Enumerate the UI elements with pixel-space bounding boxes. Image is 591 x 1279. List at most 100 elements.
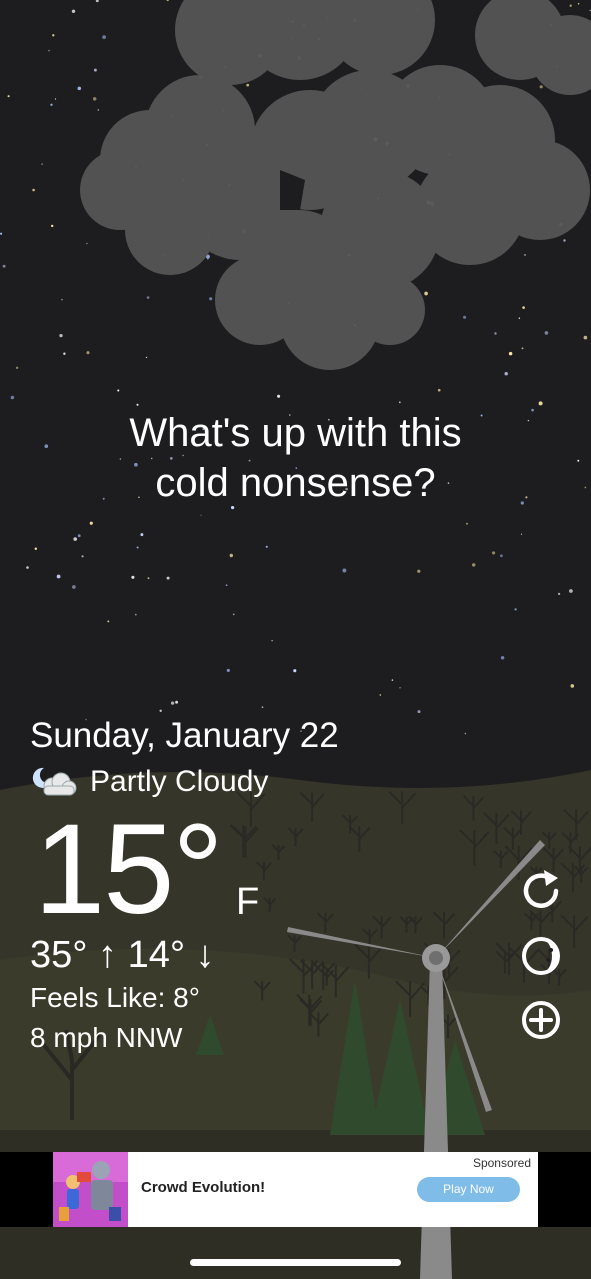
- star: [209, 297, 213, 301]
- home-indicator[interactable]: [190, 1259, 401, 1266]
- feels-like: Feels Like: 8°: [30, 982, 200, 1013]
- star: [229, 553, 233, 558]
- star: [277, 394, 281, 398]
- star: [15, 366, 19, 370]
- star: [140, 533, 144, 537]
- star: [391, 679, 394, 681]
- star: [86, 242, 88, 245]
- star: [7, 95, 10, 98]
- star: [504, 371, 508, 376]
- star: [271, 639, 273, 642]
- star: [0, 232, 3, 235]
- star: [246, 83, 250, 87]
- star: [539, 85, 543, 89]
- star: [342, 568, 347, 573]
- star: [466, 522, 468, 525]
- star: [61, 298, 63, 301]
- star: [379, 694, 382, 696]
- star: [77, 534, 81, 538]
- star: [73, 537, 77, 541]
- star: [417, 710, 421, 714]
- star: [471, 563, 476, 567]
- add-location-icon[interactable]: [518, 997, 564, 1043]
- ad-sponsored-label: Sponsored: [472, 1156, 531, 1170]
- star: [41, 163, 43, 165]
- temperature-unit: F: [236, 881, 260, 923]
- star: [500, 554, 503, 558]
- star: [563, 239, 566, 242]
- star: [131, 575, 135, 579]
- star: [225, 584, 228, 587]
- current-temperature: 15°: [34, 798, 224, 941]
- star: [50, 224, 54, 228]
- star: [34, 547, 38, 551]
- star: [93, 68, 97, 72]
- star: [514, 608, 517, 611]
- star: [77, 86, 82, 91]
- star: [2, 264, 6, 268]
- star: [232, 613, 235, 616]
- star: [492, 551, 496, 555]
- ad-banner[interactable]: Sponsored Crowd Evolution! Play Now: [0, 1152, 591, 1227]
- star: [569, 589, 573, 593]
- star: [437, 388, 441, 392]
- star: [175, 700, 179, 704]
- star: [86, 351, 90, 355]
- star: [538, 401, 543, 406]
- star: [147, 577, 150, 580]
- condition-text: Partly Cloudy: [90, 765, 269, 798]
- star: [117, 389, 120, 392]
- refresh-icon[interactable]: [518, 868, 564, 914]
- star: [89, 521, 93, 525]
- star: [293, 669, 297, 673]
- star: [170, 701, 175, 705]
- star: [81, 555, 84, 558]
- star: [54, 98, 57, 100]
- star: [102, 35, 107, 40]
- star: [583, 335, 588, 340]
- star: [521, 347, 524, 350]
- star: [200, 514, 202, 516]
- star: [107, 620, 110, 623]
- ad-thumbnail: [53, 1152, 128, 1227]
- star: [518, 317, 521, 319]
- star: [399, 686, 401, 689]
- star: [71, 9, 76, 14]
- star: [146, 296, 150, 299]
- quote-line-2: cold nonsense?: [155, 461, 436, 505]
- high-low-temps: 35° ↑ 14° ↓: [30, 934, 215, 976]
- star: [92, 97, 97, 101]
- star: [10, 395, 15, 400]
- star: [398, 401, 401, 404]
- star: [524, 253, 526, 256]
- star: [136, 546, 139, 549]
- star: [166, 576, 170, 580]
- star: [508, 351, 513, 356]
- star: [56, 574, 61, 579]
- star: [97, 109, 100, 111]
- star: [522, 306, 525, 309]
- moon-phase-icon[interactable]: [518, 933, 564, 979]
- ad-card[interactable]: Sponsored Crowd Evolution! Play Now: [53, 1152, 538, 1227]
- star: [464, 732, 467, 735]
- star: [72, 585, 76, 589]
- star: [577, 3, 580, 5]
- star: [494, 332, 497, 335]
- star: [48, 49, 50, 52]
- star: [544, 331, 549, 335]
- ad-play-button[interactable]: Play Now: [417, 1177, 520, 1202]
- star: [226, 668, 230, 672]
- star: [63, 352, 66, 355]
- date-label: Sunday, January 22: [30, 716, 339, 755]
- star: [424, 291, 428, 296]
- star: [557, 592, 561, 596]
- star: [569, 4, 572, 7]
- night-sky-scene: [0, 0, 591, 1279]
- star: [265, 545, 268, 548]
- star: [159, 709, 162, 713]
- star: [261, 706, 264, 709]
- star: [136, 403, 139, 406]
- star: [570, 684, 575, 688]
- star: [463, 315, 467, 319]
- star: [417, 569, 421, 573]
